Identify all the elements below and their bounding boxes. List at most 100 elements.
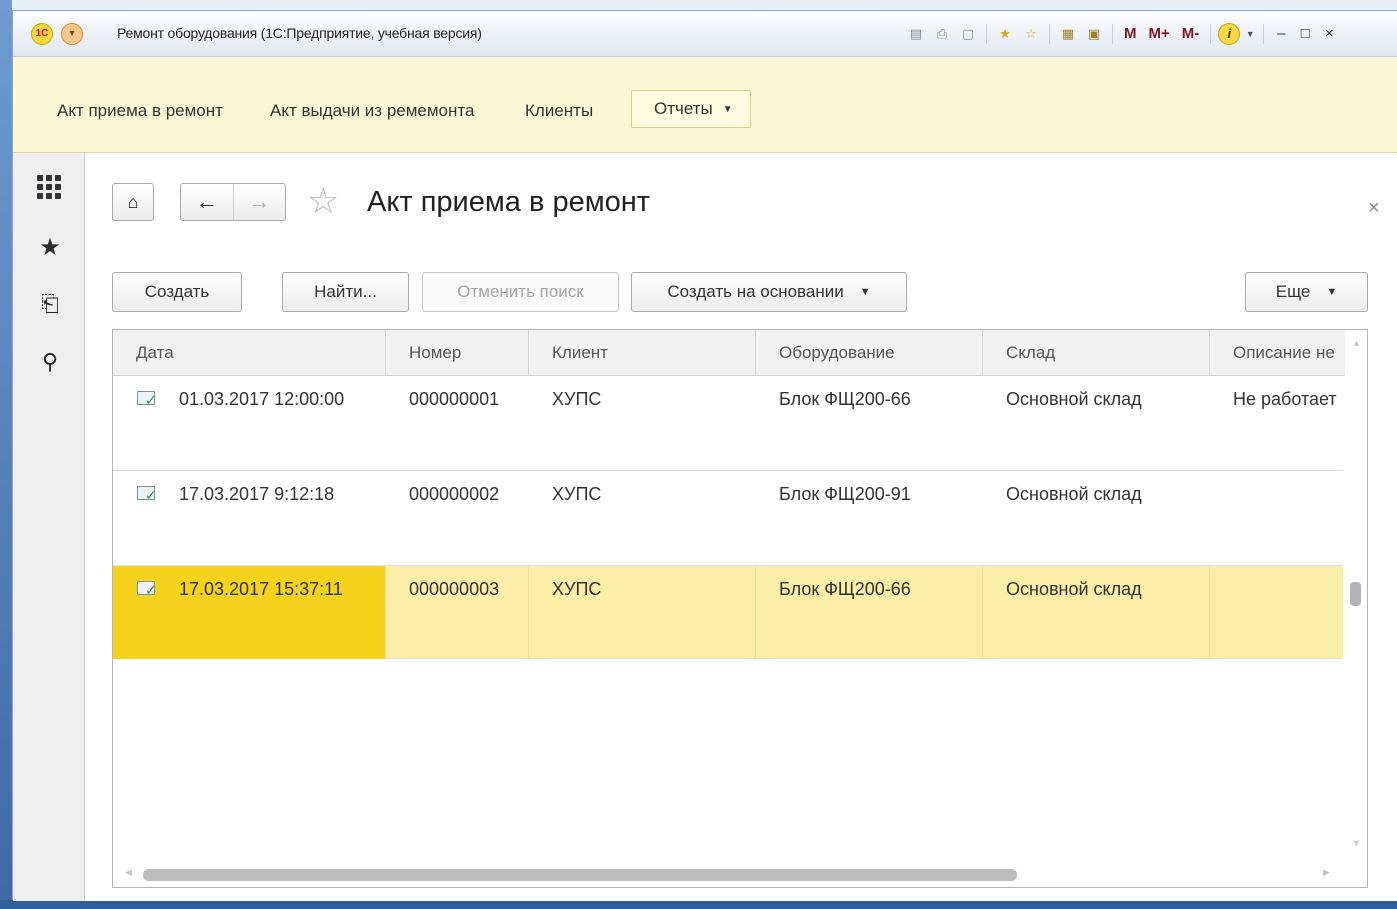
reports-label: Отчеты [654,99,713,118]
sections-panel: Акт приема в ремонт Акт выдачи из ремемо… [13,57,1397,153]
create-button[interactable]: Создать [112,272,242,312]
cell-date-text: 17.03.2017 15:37:11 [179,579,343,599]
minimize-button[interactable]: – [1271,24,1291,44]
close-window-button[interactable]: × [1319,24,1339,44]
cell-warehouse: Основной склад [1006,389,1142,409]
preview-icon[interactable]: ▢ [957,24,979,44]
more-button[interactable]: Еще ▼ [1245,272,1368,312]
memory-minus-button[interactable]: M- [1178,24,1204,44]
posted-document-icon: ✓ [137,581,157,597]
navigation-buttons: ← → [180,183,286,221]
home-icon: ⌂ [127,192,139,212]
table-row[interactable]: ✓ 01.03.2017 12:00:00 000000001 ХУПС Блок… [113,376,1343,471]
maximize-button[interactable]: □ [1295,24,1315,44]
cell-date: ✓ 01.03.2017 12:00:00 [113,376,386,471]
info-dropdown-icon[interactable]: ▼ [1244,24,1256,44]
column-header-client[interactable]: Клиент [529,330,756,376]
horizontal-scrollbar[interactable]: ◀ ▶ [113,862,1345,886]
home-button[interactable]: ⌂ [112,183,154,221]
cell-date-text: 17.03.2017 9:12:18 [179,484,335,504]
info-icon[interactable]: i [1218,23,1241,45]
favorites-star-icon[interactable]: ★ [37,235,63,261]
desktop-left-strip [0,0,12,909]
reports-dropdown[interactable]: Отчеты ▼ [631,90,751,128]
cell-date-text: 01.03.2017 12:00:00 [179,389,345,409]
more-label: Еще [1275,282,1311,301]
title-toolbar: ▤ ⎙ ▢ ★ ☆ ▦ ▣ M M+ M- i ▼ – □ × [903,21,1341,47]
section-item-clients[interactable]: Клиенты [525,101,593,121]
vertical-scrollbar[interactable]: ▲ ▼ [1345,330,1367,887]
horizontal-scroll-thumb[interactable] [143,869,1017,881]
vertical-scroll-thumb[interactable] [1350,582,1361,606]
cell-equipment: Блок ФЩ200-91 [779,484,911,504]
favorites-icon[interactable]: ☆ [1020,24,1042,44]
history-icon[interactable]: ⎗ [37,291,63,317]
all-functions-icon[interactable] [37,175,63,201]
scroll-down-icon[interactable]: ▼ [1352,838,1361,848]
create-based-on-button[interactable]: Создать на основании ▼ [631,272,907,312]
cell-number: 000000001 [409,389,500,409]
toolbar-separator [1112,24,1113,44]
left-panel: ★ ⎗ ⚲ [13,153,85,901]
main-menu-button[interactable]: ▾ [61,23,83,45]
table-row-selected[interactable]: ✓ 17.03.2017 15:37:11 000000003 ХУПС Блок… [113,566,1343,659]
window-title: Ремонт оборудования (1С:Предприятие, уче… [117,25,482,41]
cell-description: Не работает [1233,389,1337,409]
posted-document-icon: ✓ [137,486,157,502]
toolbar-separator [1263,24,1265,44]
cell-client: ХУПС [529,566,756,659]
title-bar: 1С ▾ Ремонт оборудования (1С:Предприятие… [13,11,1397,57]
add-to-favorites-star-icon[interactable]: ☆ [307,181,339,221]
cell-warehouse: Основной склад [983,566,1210,659]
desktop-bottom-strip [0,900,1397,909]
favorites-add-icon[interactable]: ★ [994,24,1016,44]
cell-description [1210,471,1343,566]
cell-number: 000000002 [409,484,500,504]
section-item-issue[interactable]: Акт выдачи из ремемонта [270,101,474,121]
column-header-warehouse[interactable]: Склад [983,330,1210,376]
table-row[interactable]: ✓ 17.03.2017 9:12:18 000000002 ХУПС Блок … [113,471,1343,566]
chevron-down-icon: ▼ [859,286,871,298]
chevron-down-icon: ▼ [1326,286,1338,298]
1c-logo-icon[interactable]: 1С [31,23,53,45]
save-icon[interactable]: ▤ [905,24,927,44]
app-window: 1С ▾ Ремонт оборудования (1С:Предприятие… [12,10,1397,901]
calculator-icon[interactable]: ▦ [1057,24,1079,44]
scroll-left-icon[interactable]: ◀ [125,867,132,878]
cell-equipment: Блок ФЩ200-66 [779,389,911,409]
column-header-equipment[interactable]: Оборудование [756,330,983,376]
cancel-search-button[interactable]: Отменить поиск [422,272,619,312]
create-based-on-label: Создать на основании [667,282,844,301]
close-form-icon[interactable]: × [1368,197,1380,220]
cell-client: ХУПС [552,484,602,504]
chevron-down-icon: ▼ [722,104,733,115]
section-item-acceptance[interactable]: Акт приема в ремонт [57,101,223,121]
back-arrow-icon[interactable]: ← [181,184,234,220]
cell-description [1210,566,1343,659]
scroll-right-icon[interactable]: ▶ [1323,867,1330,878]
find-button[interactable]: Найти... [282,272,409,312]
desktop-top-strip [0,0,1397,10]
cell-number: 000000003 [386,566,529,659]
memory-plus-button[interactable]: M+ [1145,24,1174,44]
scroll-up-icon[interactable]: ▲ [1352,338,1361,348]
toolbar-separator [1210,24,1212,44]
form-content: ⌂ ← → ☆ Акт приема в ремонт × Создать На… [85,153,1397,901]
calendar-icon[interactable]: ▣ [1083,24,1105,44]
posted-document-icon: ✓ [137,391,157,407]
column-header-date[interactable]: Дата [113,330,386,376]
cell-warehouse: Основной склад [1006,484,1142,504]
print-icon[interactable]: ⎙ [931,24,953,44]
memory-m-button[interactable]: M [1120,24,1141,44]
cell-client: ХУПС [552,389,602,409]
cell-date: ✓ 17.03.2017 15:37:11 [113,566,386,659]
table-header: Дата Номер Клиент Оборудование Склад Опи… [113,330,1367,376]
page-title: Акт приема в ремонт [367,186,651,218]
column-header-description[interactable]: Описание не [1210,330,1345,376]
documents-table: Дата Номер Клиент Оборудование Склад Опи… [112,329,1368,888]
search-icon[interactable]: ⚲ [37,349,63,375]
cell-date: ✓ 17.03.2017 9:12:18 [113,471,386,566]
forward-arrow-icon[interactable]: → [234,184,286,220]
toolbar-separator [1049,24,1050,44]
column-header-number[interactable]: Номер [386,330,529,376]
